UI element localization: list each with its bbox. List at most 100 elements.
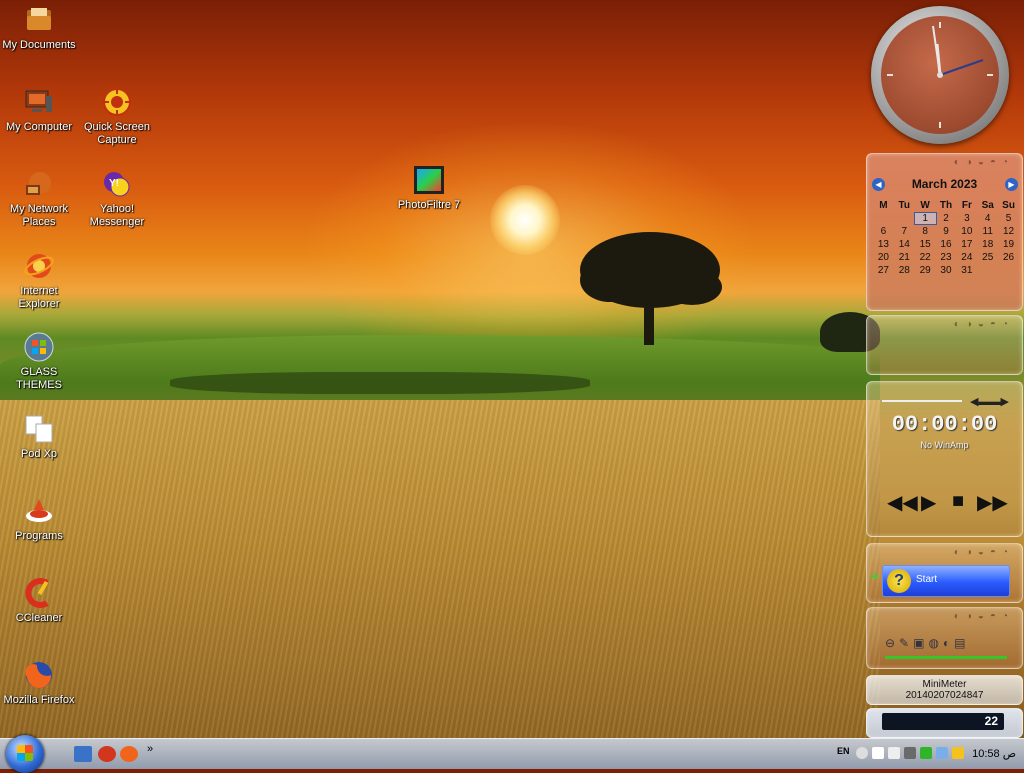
speaker-icon[interactable] (888, 747, 900, 759)
calendar-day[interactable]: 1 (913, 212, 937, 225)
yahoo-messenger-icon: Y! (101, 168, 133, 200)
next-month-icon[interactable]: ▶ (1005, 178, 1018, 191)
volume-icon[interactable]: ◀▬▬▶ (970, 395, 1009, 408)
calendar-day[interactable]: 27 (873, 265, 894, 276)
start-launcher-gadget[interactable]: ◐◑◒◓◔ ➔ ? Start (866, 543, 1023, 603)
calendar-day[interactable]: 13 (873, 239, 894, 250)
stop-icon[interactable]: ■ (952, 490, 964, 513)
desktop-icon-quick-screen-capture[interactable]: Quick Screen Capture (78, 86, 156, 147)
calendar-day[interactable]: 3 (956, 213, 977, 224)
system-tray: EN 10:58 ص (834, 739, 1024, 769)
calendar-day[interactable]: 16 (936, 239, 957, 250)
calendar-day[interactable]: 30 (936, 265, 957, 276)
calendar-day[interactable]: 9 (936, 226, 957, 237)
desktop-icon-my-network-places[interactable]: My Network Places (0, 168, 78, 229)
calendar-day[interactable]: 24 (956, 252, 977, 263)
windows-orb-icon (23, 331, 55, 363)
rewind-icon[interactable]: ◀◀ (887, 490, 918, 515)
gadget-toolbar: ◐◑◒◓◔ (953, 547, 1014, 558)
show-desktop-icon[interactable] (74, 746, 92, 762)
folder-documents-icon (23, 4, 55, 36)
mini-taskbar-number: 22 (984, 714, 998, 728)
clock-gadget[interactable] (871, 6, 1009, 144)
status-bar (885, 656, 1007, 659)
play-icon[interactable]: ▶ (921, 490, 936, 515)
calendar-day[interactable]: 26 (998, 252, 1019, 263)
winamp-player-gadget[interactable]: ◀▬▬▶ 00:00:00 No WinAmp ◀◀ ▶ ■ ▶▶ (866, 381, 1023, 537)
calendar-day[interactable]: 17 (956, 239, 977, 250)
desktop-icon-mozilla-firefox[interactable]: Mozilla Firefox (0, 659, 78, 707)
minimeter-value: 20140207024847 (905, 690, 984, 701)
language-indicator[interactable]: EN (837, 746, 851, 760)
network-icon[interactable] (872, 747, 884, 759)
second-hand (939, 59, 984, 76)
screen-capture-icon (101, 86, 133, 118)
calendar-day[interactable]: 29 (915, 265, 936, 276)
seek-bar[interactable] (882, 400, 962, 402)
quicklaunch-overflow-icon[interactable]: » (147, 743, 153, 755)
system-tool-icons[interactable]: ⊖✎▣◍◐▤ (885, 636, 970, 650)
calendar-day[interactable]: 11 (977, 226, 998, 237)
calendar-day[interactable]: 6 (873, 226, 894, 237)
calendar-day[interactable]: 14 (894, 239, 915, 250)
calendar-day[interactable]: 31 (956, 265, 977, 276)
calendar-day[interactable]: 4 (977, 213, 998, 224)
minimeter-title: MiniMeter (922, 679, 967, 690)
calendar-day[interactable]: 7 (894, 226, 915, 237)
desktop-icon-glass-themes[interactable]: GLASS THEMES (0, 331, 78, 392)
tray-icon[interactable] (952, 747, 964, 759)
minimeter-gadget[interactable]: MiniMeter 20140207024847 (866, 675, 1023, 705)
mini-taskbar-gadget[interactable]: 22 (866, 708, 1023, 738)
quicklaunch-app-icon[interactable] (98, 746, 116, 762)
clock-face (881, 16, 999, 134)
quicklaunch-firefox-icon[interactable] (120, 746, 138, 762)
system-tools-gadget[interactable]: ◐◑◒◓◔ ⊖✎▣◍◐▤ (866, 607, 1023, 669)
windows-logo-icon (17, 745, 33, 761)
desktop-icon-yahoo-messenger[interactable]: Y! Yahoo! Messenger (78, 168, 156, 229)
desktop-icon-programs[interactable]: Programs (0, 495, 78, 543)
calendar-month-title: March 2023 (911, 177, 978, 191)
calendar-day[interactable]: 5 (998, 213, 1019, 224)
calendar-day[interactable]: 25 (977, 252, 998, 263)
calendar-day[interactable]: 12 (998, 226, 1019, 237)
programs-icon (23, 495, 55, 527)
tray-icon[interactable] (856, 747, 868, 759)
taskbar-clock[interactable]: 10:58 ص (972, 747, 1016, 760)
calendar-day[interactable]: 20 (873, 252, 894, 263)
calendar-day[interactable]: 28 (894, 265, 915, 276)
desktop-icon-photofiltre[interactable]: PhotoFiltre 7 (390, 164, 468, 212)
tray-icon[interactable] (936, 747, 948, 759)
calendar-day[interactable]: 21 (894, 252, 915, 263)
start-orb-button[interactable] (6, 735, 44, 773)
calendar-day-header: Th (939, 200, 953, 211)
calendar-day[interactable]: 23 (936, 252, 957, 263)
start-gadget-label: Start (916, 574, 938, 585)
calendar-day[interactable]: 22 (915, 252, 936, 263)
gadget-toolbar: ◐◑◒◓◔ (953, 157, 1014, 168)
player-status: No WinAmp (920, 440, 969, 450)
desktop-icon-pod-xp[interactable]: Pod Xp (0, 413, 78, 461)
desktop-icon-ccleaner[interactable]: CCleaner (0, 577, 78, 625)
desktop-icon-my-documents[interactable]: My Documents (0, 4, 78, 52)
tree-silhouette (580, 232, 722, 345)
desktop-icon-internet-explorer[interactable]: Internet Explorer (0, 250, 78, 311)
ccleaner-icon (23, 577, 55, 609)
calendar-day[interactable]: 10 (956, 226, 977, 237)
desktop-icon-my-computer[interactable]: My Computer (0, 86, 78, 134)
mini-taskbar-display: 22 (882, 713, 1004, 730)
security-icon[interactable] (920, 747, 932, 759)
start-gadget-button[interactable]: ? Start (882, 565, 1010, 597)
empty-gadget[interactable]: ◐◑◒◓◔ (866, 315, 1023, 375)
fast-forward-icon[interactable]: ▶▶ (977, 490, 1008, 515)
calendar-gadget[interactable]: ◐◑◒◓◔ ◀ March 2023 ▶ M Tu W Th Fr Sa Su 1 2 3 4 5 6 7… (866, 153, 1023, 311)
calendar-day[interactable]: 8 (915, 226, 936, 237)
calendar-day[interactable]: 2 (936, 213, 957, 224)
calendar-day[interactable]: 15 (915, 239, 936, 250)
tray-icon[interactable] (904, 747, 916, 759)
player-time: 00:00:00 (891, 412, 998, 437)
wheat-field (0, 400, 880, 740)
calendar-empty-cell (998, 265, 1019, 276)
calendar-day[interactable]: 19 (998, 239, 1019, 250)
calendar-day[interactable]: 18 (977, 239, 998, 250)
photofiltre-icon (413, 164, 445, 196)
